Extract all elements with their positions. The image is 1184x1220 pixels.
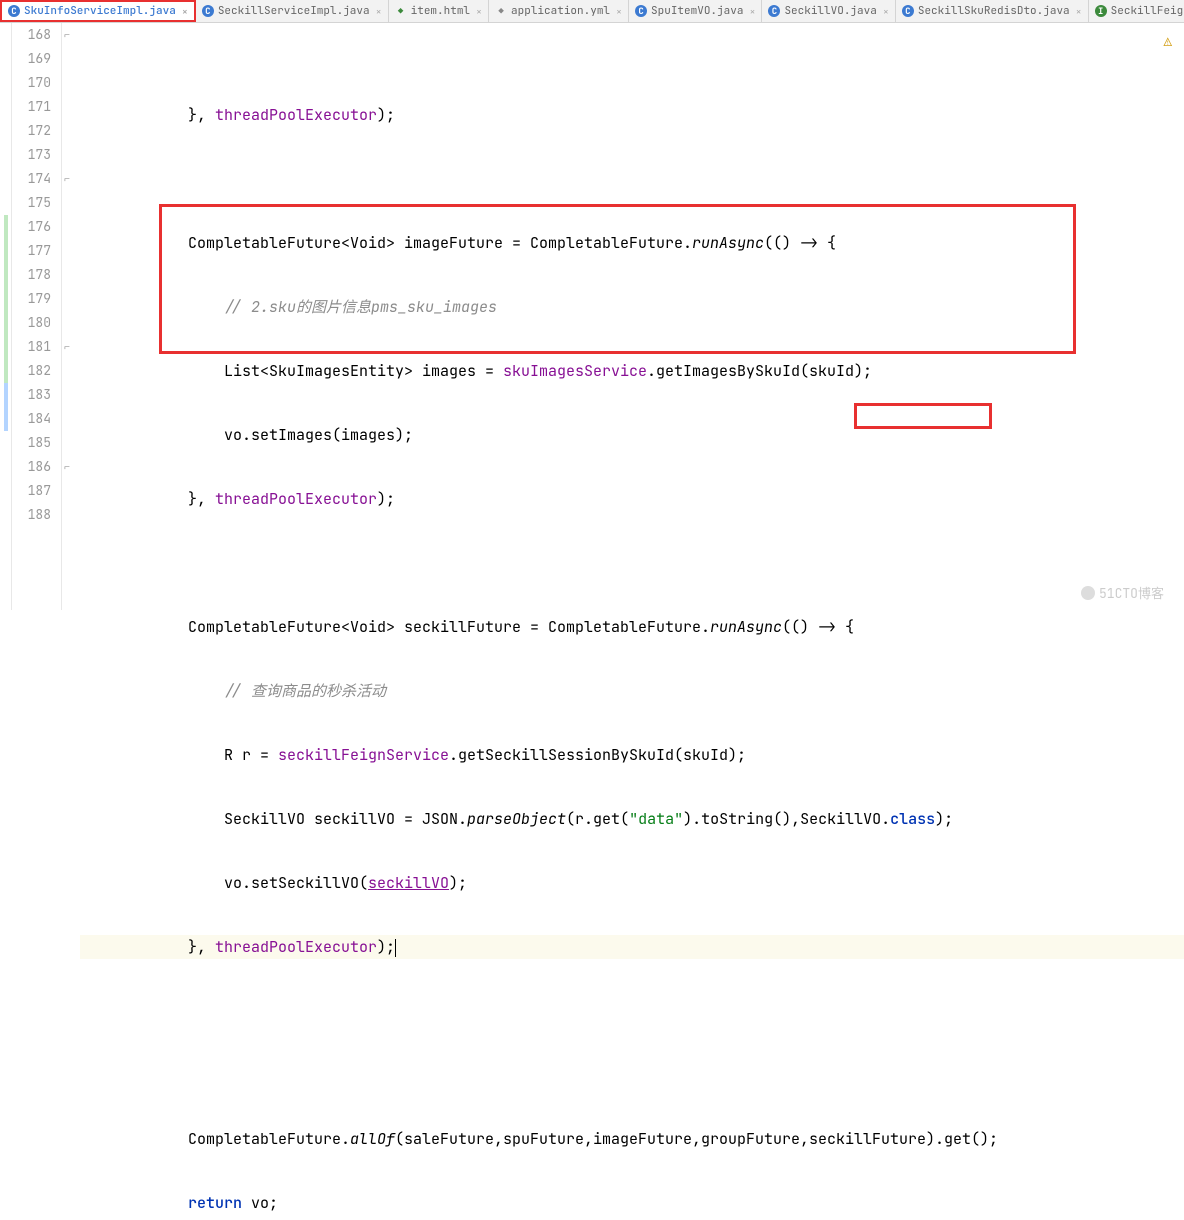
tab-SpuItemVO[interactable]: C SpuItemVO.java × — [629, 0, 762, 22]
code-line: List<SkuImagesEntity> images = skuImages… — [80, 359, 1184, 383]
vcs-change-marker — [4, 407, 8, 431]
tab-label: SeckillServiceImpl.java — [218, 4, 370, 18]
highlight-box-main — [159, 204, 1076, 354]
tab-SeckillVO[interactable]: C SeckillVO.java × — [762, 0, 895, 22]
line-number: 186 — [12, 455, 51, 479]
vcs-change-marker — [4, 335, 8, 359]
java-class-icon: C — [8, 5, 20, 17]
editor-tabs-bar: C SkuInfoServiceImpl.java × C SeckillSer… — [0, 0, 1184, 23]
close-icon[interactable]: × — [1074, 5, 1082, 18]
code-line — [80, 551, 1184, 575]
code-content[interactable]: ⚠ }, threadPoolExecutor); CompletableFut… — [76, 23, 1184, 610]
tab-SeckillFeignService[interactable]: I SeckillFeignService.java × — [1089, 0, 1184, 22]
warning-icon[interactable]: ⚠ — [1164, 33, 1172, 51]
java-class-icon: C — [902, 5, 914, 17]
line-number: 170 — [12, 71, 51, 95]
line-number: 179 — [12, 287, 51, 311]
code-line: CompletableFuture<Void> seckillFuture = … — [80, 615, 1184, 639]
line-number-gutter: 1681691701711721731741751761771781791801… — [12, 23, 62, 610]
code-line: // 2.sku的图片信息pms_sku_images — [80, 295, 1184, 319]
editor-area: 1681691701711721731741751761771781791801… — [0, 23, 1184, 610]
code-line-current: }, threadPoolExecutor); — [80, 935, 1184, 959]
tab-label: item.html — [411, 4, 470, 18]
tab-label: SeckillFeignService.java — [1111, 4, 1184, 18]
tab-label: SeckillVO.java — [784, 4, 876, 18]
vcs-change-marker — [4, 239, 8, 263]
close-icon[interactable]: × — [180, 5, 188, 18]
fold-end-icon[interactable]: ⌐ — [64, 28, 70, 42]
line-number: 185 — [12, 431, 51, 455]
vcs-change-marker — [4, 287, 8, 311]
code-line: SeckillVO seckillVO = JSON.parseObject(r… — [80, 807, 1184, 831]
yml-icon: ◆ — [495, 5, 507, 17]
tab-SeckillSkuRedisDto[interactable]: C SeckillSkuRedisDto.java × — [896, 0, 1089, 22]
line-number: 173 — [12, 143, 51, 167]
watermark: 51CTO博客 — [1081, 583, 1164, 602]
code-line: CompletableFuture<Void> imageFuture = Co… — [80, 231, 1184, 255]
line-number: 177 — [12, 239, 51, 263]
line-number: 178 — [12, 263, 51, 287]
line-number: 172 — [12, 119, 51, 143]
line-number: 182 — [12, 359, 51, 383]
code-line: }, threadPoolExecutor); — [80, 487, 1184, 511]
code-line — [80, 1063, 1184, 1087]
line-number: 181 — [12, 335, 51, 359]
line-number: 168 — [12, 23, 51, 47]
fold-column: ⌐ ⌐ ⌐ ⌐ — [62, 23, 76, 610]
vcs-change-marker — [4, 383, 8, 407]
code-line: CompletableFuture.allOf(saleFuture,spuFu… — [80, 1127, 1184, 1151]
vcs-change-marker — [4, 359, 8, 383]
code-line: vo.setImages(images); — [80, 423, 1184, 447]
line-number: 188 — [12, 503, 51, 527]
java-class-icon: C — [202, 5, 214, 17]
close-icon[interactable]: × — [374, 5, 382, 18]
line-number: 174 — [12, 167, 51, 191]
line-number: 180 — [12, 311, 51, 335]
tab-item-html[interactable]: ◆ item.html × — [389, 0, 489, 22]
tab-label: SeckillSkuRedisDto.java — [918, 4, 1070, 18]
line-number: 176 — [12, 215, 51, 239]
close-icon[interactable]: × — [881, 5, 889, 18]
code-line: // 查询商品的秒杀活动 — [80, 679, 1184, 703]
tab-label: SpuItemVO.java — [651, 4, 743, 18]
java-interface-icon: I — [1095, 5, 1107, 17]
code-line: vo.setSeckillVO(seckillVO); — [80, 871, 1184, 895]
fold-end-icon[interactable]: ⌐ — [64, 172, 70, 186]
tab-SkuInfoServiceImpl[interactable]: C SkuInfoServiceImpl.java × — [0, 0, 196, 22]
html-icon: ◆ — [395, 5, 407, 17]
code-line: return vo; — [80, 1191, 1184, 1215]
tab-label: SkuInfoServiceImpl.java — [24, 4, 176, 18]
tab-SeckillServiceImpl[interactable]: C SeckillServiceImpl.java × — [196, 0, 389, 22]
text-caret — [395, 939, 396, 957]
code-line: R r = seckillFeignService.getSeckillSess… — [80, 743, 1184, 767]
code-line — [80, 999, 1184, 1023]
fold-end-icon[interactable]: ⌐ — [64, 460, 70, 474]
tab-application-yml[interactable]: ◆ application.yml × — [489, 0, 629, 22]
code-line: }, threadPoolExecutor); — [80, 103, 1184, 127]
java-class-icon: C — [635, 5, 647, 17]
close-icon[interactable]: × — [474, 5, 482, 18]
watermark-logo-icon — [1081, 586, 1095, 600]
line-number: 169 — [12, 47, 51, 71]
close-icon[interactable]: × — [614, 5, 622, 18]
code-line — [80, 167, 1184, 191]
line-number: 187 — [12, 479, 51, 503]
vcs-change-marker — [4, 263, 8, 287]
line-number: 183 — [12, 383, 51, 407]
tab-label: application.yml — [511, 4, 610, 18]
fold-end-icon[interactable]: ⌐ — [64, 340, 70, 354]
line-number: 171 — [12, 95, 51, 119]
vcs-change-marker — [4, 215, 8, 239]
line-number: 184 — [12, 407, 51, 431]
close-icon[interactable]: × — [747, 5, 755, 18]
vcs-change-marker — [4, 311, 8, 335]
line-number: 175 — [12, 191, 51, 215]
java-class-icon: C — [768, 5, 780, 17]
